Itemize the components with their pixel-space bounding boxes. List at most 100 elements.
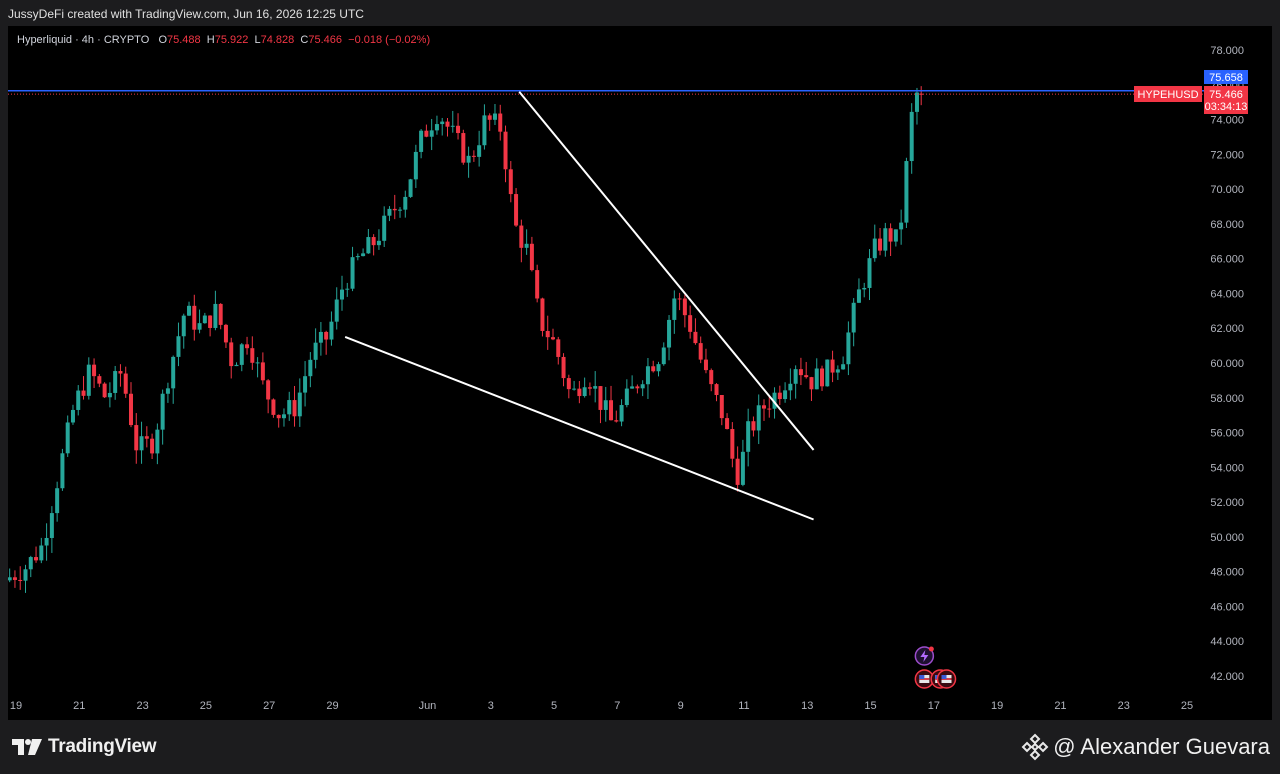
candle-body[interactable] bbox=[487, 115, 492, 120]
candle-body[interactable] bbox=[804, 375, 809, 378]
candle-body[interactable] bbox=[266, 380, 271, 400]
candle-body[interactable] bbox=[165, 388, 170, 394]
candle-body[interactable] bbox=[39, 545, 44, 561]
candle-body[interactable] bbox=[587, 387, 592, 389]
candle-body[interactable] bbox=[867, 258, 872, 288]
candle-body[interactable] bbox=[28, 557, 33, 570]
candle-body[interactable] bbox=[872, 238, 877, 259]
candle-body[interactable] bbox=[155, 429, 160, 454]
candle-body[interactable] bbox=[160, 393, 165, 430]
candle-body[interactable] bbox=[498, 113, 503, 132]
candle-body[interactable] bbox=[503, 131, 508, 170]
candle-body[interactable] bbox=[318, 331, 323, 343]
candle-body[interactable] bbox=[134, 425, 139, 451]
candle-body[interactable] bbox=[719, 394, 724, 419]
candle-body[interactable] bbox=[609, 400, 614, 421]
candle-body[interactable] bbox=[709, 370, 714, 385]
candle-body[interactable] bbox=[561, 356, 566, 379]
candle-body[interactable] bbox=[914, 92, 919, 112]
candle-body[interactable] bbox=[667, 319, 672, 348]
candle-body[interactable] bbox=[192, 305, 197, 330]
candle-body[interactable] bbox=[630, 386, 635, 389]
candle-body[interactable] bbox=[624, 388, 629, 406]
candle-body[interactable] bbox=[820, 368, 825, 387]
candle-body[interactable] bbox=[150, 438, 155, 454]
candle-body[interactable] bbox=[339, 289, 344, 300]
candle-body[interactable] bbox=[139, 436, 144, 451]
candle-body[interactable] bbox=[70, 409, 75, 423]
candle-body[interactable] bbox=[788, 383, 793, 391]
candle-body[interactable] bbox=[635, 386, 640, 389]
candle-body[interactable] bbox=[482, 115, 487, 146]
candle-body[interactable] bbox=[524, 243, 529, 248]
candle-body[interactable] bbox=[113, 371, 118, 393]
candle-body[interactable] bbox=[566, 378, 571, 390]
candle-body[interactable] bbox=[419, 130, 424, 152]
candle-body[interactable] bbox=[672, 298, 677, 320]
candle-body[interactable] bbox=[355, 256, 360, 258]
upper-falling-trendline[interactable] bbox=[518, 91, 815, 451]
candle-body[interactable] bbox=[682, 298, 687, 316]
candle-body[interactable] bbox=[107, 392, 112, 398]
candle-body[interactable] bbox=[12, 577, 17, 580]
candle-body[interactable] bbox=[387, 208, 392, 216]
candle-body[interactable] bbox=[909, 111, 914, 162]
candle-body[interactable] bbox=[350, 257, 355, 289]
candle-body[interactable] bbox=[698, 343, 703, 360]
candle-body[interactable] bbox=[514, 194, 519, 226]
candle-body[interactable] bbox=[693, 331, 698, 344]
candle-body[interactable] bbox=[329, 321, 334, 340]
candle-body[interactable] bbox=[577, 388, 582, 397]
candle-body[interactable] bbox=[144, 436, 149, 439]
candle-body[interactable] bbox=[334, 299, 339, 322]
candle-body[interactable] bbox=[471, 155, 476, 157]
candle-body[interactable] bbox=[213, 303, 218, 328]
candle-body[interactable] bbox=[550, 337, 555, 340]
candle-body[interactable] bbox=[746, 421, 751, 452]
candle-body[interactable] bbox=[761, 405, 766, 409]
candle-body[interactable] bbox=[250, 348, 255, 363]
candle-body[interactable] bbox=[677, 298, 682, 300]
candle-body[interactable] bbox=[49, 513, 54, 538]
candle-body[interactable] bbox=[572, 388, 577, 390]
candle-body[interactable] bbox=[619, 405, 624, 422]
candle-body[interactable] bbox=[466, 155, 471, 163]
candle-body[interactable] bbox=[735, 458, 740, 485]
candle-body[interactable] bbox=[856, 289, 861, 303]
candle-body[interactable] bbox=[688, 315, 693, 332]
candle-body[interactable] bbox=[118, 371, 123, 374]
candle-body[interactable] bbox=[656, 364, 661, 372]
candle-body[interactable] bbox=[477, 145, 482, 157]
candle-body[interactable] bbox=[846, 332, 851, 365]
candle-body[interactable] bbox=[878, 238, 883, 251]
candle-body[interactable] bbox=[65, 422, 70, 454]
candle-body[interactable] bbox=[197, 323, 202, 330]
candle-body[interactable] bbox=[260, 362, 265, 381]
candle-body[interactable] bbox=[413, 151, 418, 180]
candle-body[interactable] bbox=[751, 421, 756, 431]
candle-body[interactable] bbox=[582, 387, 587, 397]
candle-body[interactable] bbox=[181, 315, 186, 337]
candle-body[interactable] bbox=[376, 240, 381, 246]
candle-body[interactable] bbox=[830, 359, 835, 373]
candle-body[interactable] bbox=[508, 169, 513, 195]
candle-body[interactable] bbox=[888, 228, 893, 242]
candle-body[interactable] bbox=[640, 384, 645, 389]
candle-body[interactable] bbox=[814, 368, 819, 390]
candle-body[interactable] bbox=[271, 399, 276, 415]
us-flag-event-icon[interactable] bbox=[936, 669, 957, 689]
candle-body[interactable] bbox=[255, 362, 260, 364]
candle-body[interactable] bbox=[313, 342, 318, 360]
candle-body[interactable] bbox=[893, 229, 898, 242]
candle-body[interactable] bbox=[529, 243, 534, 271]
candle-body[interactable] bbox=[171, 356, 176, 389]
candle-body[interactable] bbox=[793, 369, 798, 384]
candle-body[interactable] bbox=[461, 133, 466, 163]
candle-body[interactable] bbox=[102, 383, 107, 398]
candle-body[interactable] bbox=[777, 392, 782, 400]
candle-body[interactable] bbox=[345, 288, 350, 290]
candle-body[interactable] bbox=[8, 577, 12, 581]
candle-body[interactable] bbox=[434, 124, 439, 131]
candle-body[interactable] bbox=[276, 414, 281, 419]
candle-body[interactable] bbox=[245, 344, 250, 349]
